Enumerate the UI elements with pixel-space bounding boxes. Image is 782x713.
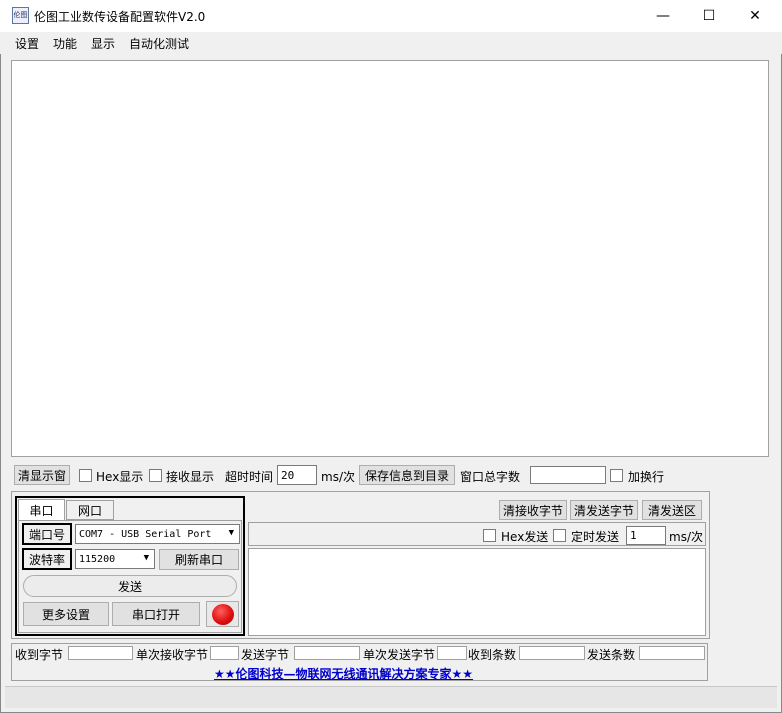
recv-bytes-label: 收到字节 — [15, 648, 64, 662]
menu-display[interactable]: 显示 — [91, 35, 115, 52]
single-recv-bytes-label: 单次接收字节 — [136, 648, 209, 662]
window-title: 伦图工业数传设备配置软件V2.0 — [34, 10, 206, 24]
hex-send-checkbox[interactable] — [483, 529, 496, 542]
receive-display-area[interactable] — [11, 60, 769, 457]
recv-count-field — [519, 646, 585, 660]
menu-settings[interactable]: 设置 — [15, 35, 39, 52]
chevron-down-icon: ▼ — [228, 528, 234, 538]
baud-select[interactable]: 115200 ▼ — [75, 549, 155, 569]
minimize-button[interactable]: — — [640, 0, 686, 32]
red-status-light-icon — [212, 604, 234, 625]
window-total-field — [530, 466, 606, 484]
title-bar[interactable]: 伦图 伦图工业数传设备配置软件V2.0 — ☐ ✕ — [0, 0, 782, 32]
chevron-down-icon: ▼ — [143, 553, 149, 563]
send-count-field — [639, 646, 705, 660]
close-button[interactable]: ✕ — [732, 0, 778, 32]
window-total-label: 窗口总字数 — [460, 470, 521, 484]
hex-display-checkbox[interactable] — [79, 469, 92, 482]
menu-auto-test[interactable]: 自动化测试 — [129, 35, 189, 52]
save-info-button[interactable]: 保存信息到目录 — [359, 465, 455, 485]
bottom-strip — [5, 686, 777, 708]
single-recv-bytes-field — [210, 646, 239, 660]
clear-display-button[interactable]: 清显示窗 — [14, 465, 70, 485]
interval-unit: ms/次 — [669, 530, 703, 544]
maximize-button[interactable]: ☐ — [686, 0, 732, 32]
send-bytes-field — [294, 646, 360, 660]
timeout-input[interactable]: 20 — [277, 465, 317, 485]
add-newline-label: 加换行 — [628, 470, 665, 484]
menu-functions[interactable]: 功能 — [53, 35, 77, 52]
send-bytes-label: 发送字节 — [241, 648, 290, 662]
open-port-button[interactable]: 串口打开 — [112, 602, 200, 626]
port-select[interactable]: COM7 - USB Serial Port ▼ — [75, 524, 240, 544]
app-logo-icon: 伦图 — [12, 7, 29, 24]
baud-label: 波特率 — [22, 548, 72, 570]
interval-input[interactable]: 1 — [626, 526, 666, 545]
single-send-bytes-field — [437, 646, 467, 660]
timed-send-checkbox[interactable] — [553, 529, 566, 542]
tab-network[interactable]: 网口 — [66, 500, 114, 520]
recv-bytes-field — [68, 646, 133, 660]
menu-bar: 设置 功能 显示 自动化测试 — [0, 32, 782, 54]
timeout-label: 超时时间 — [225, 470, 274, 484]
refresh-port-button[interactable]: 刷新串口 — [159, 549, 239, 570]
clear-send-area-button[interactable]: 清发送区 — [642, 500, 702, 520]
recv-display-checkbox[interactable] — [149, 469, 162, 482]
add-newline-checkbox[interactable] — [610, 469, 623, 482]
send-input-area[interactable] — [248, 548, 706, 636]
port-status-indicator[interactable] — [206, 601, 239, 627]
port-select-value: COM7 - USB Serial Port — [79, 528, 212, 540]
send-count-label: 发送条数 — [587, 648, 636, 662]
clear-send-bytes-button[interactable]: 清发送字节 — [570, 500, 638, 520]
hex-display-label: Hex显示 — [96, 470, 144, 484]
clear-recv-bytes-button[interactable]: 清接收字节 — [499, 500, 567, 520]
more-settings-button[interactable]: 更多设置 — [23, 602, 109, 626]
hex-send-label: Hex发送 — [501, 530, 549, 544]
send-button[interactable]: 发送 — [23, 575, 237, 597]
timed-send-label: 定时发送 — [571, 530, 620, 544]
baud-select-value: 115200 — [79, 553, 116, 565]
company-banner-link[interactable]: ★★伦图科技—物联网无线通讯解决方案专家★★ — [214, 665, 473, 682]
port-label: 端口号 — [22, 523, 72, 545]
timeout-unit: ms/次 — [321, 470, 355, 484]
recv-display-label: 接收显示 — [166, 470, 215, 484]
single-send-bytes-label: 单次发送字节 — [363, 648, 436, 662]
recv-count-label: 收到条数 — [468, 648, 517, 662]
tab-serial[interactable]: 串口 — [18, 499, 65, 521]
